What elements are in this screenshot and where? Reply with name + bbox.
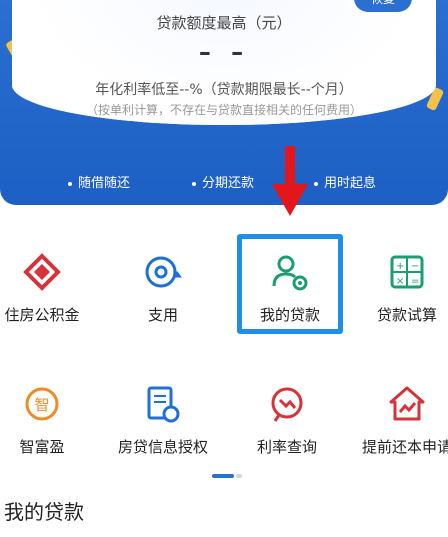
service-label: 贷款试算 [376, 306, 437, 324]
house-prepay-icon [389, 386, 425, 421]
service-label: 利率查询 [256, 438, 317, 456]
service-label: 房贷信息授权 [117, 438, 208, 456]
service-label: 住房公积金 [4, 306, 80, 324]
service-prepay[interactable]: 提前还本申请 [351, 372, 448, 482]
svg-text:=: = [411, 276, 419, 287]
feature-item: 用时起息 [314, 172, 376, 191]
service-label: 支用 [147, 306, 178, 324]
service-withdraw[interactable]: 支用 [107, 240, 219, 350]
service-wealth[interactable]: 智 智富盈 [0, 372, 98, 482]
rate-note: （按单利计算，不存在与贷款直接相关的任何费用） [85, 103, 362, 117]
loan-banner: 恢复 贷款额度最高（元） – – 年化利率低至--%（贷款期限最长--个月） （… [0, 0, 448, 205]
housing-fund-icon [23, 253, 61, 291]
section-title: 我的贷款 [4, 500, 84, 524]
red-arrow-icon [272, 146, 308, 216]
service-calculator[interactable]: + − × = 贷款试算 [351, 240, 448, 350]
highlight-box [237, 234, 343, 334]
svg-text:−: − [411, 261, 419, 272]
calculator-icon: + − × = [390, 255, 424, 289]
rate-query-icon [271, 387, 303, 422]
feature-item: 随借随还 [68, 172, 130, 191]
quota-value: – – [198, 38, 250, 66]
service-label: 智富盈 [19, 438, 65, 456]
status-badge[interactable]: 恢复 [354, 0, 412, 12]
svg-text:智: 智 [34, 396, 49, 414]
quota-label: 贷款额度最高（元） [156, 14, 292, 32]
service-housing-fund[interactable]: 住房公积金 [0, 240, 98, 350]
rate-line: 年化利率低至--%（贷款期限最长--个月） [95, 82, 353, 98]
feature-item: 分期还款 [192, 172, 254, 191]
page-indicator[interactable] [236, 474, 242, 478]
svg-text:+: + [396, 261, 404, 272]
document-authorize-icon [147, 386, 180, 423]
service-label: 提前还本申请 [361, 438, 448, 456]
withdraw-icon [145, 256, 182, 288]
feature-list: 随借随还 分期还款 用时起息 [0, 172, 448, 192]
page-indicator-active[interactable] [212, 474, 234, 478]
wealth-icon: 智 [25, 387, 59, 421]
service-rate-query[interactable]: 利率查询 [231, 372, 343, 482]
service-authorize[interactable]: 房贷信息授权 [107, 372, 219, 482]
svg-text:×: × [396, 276, 404, 287]
